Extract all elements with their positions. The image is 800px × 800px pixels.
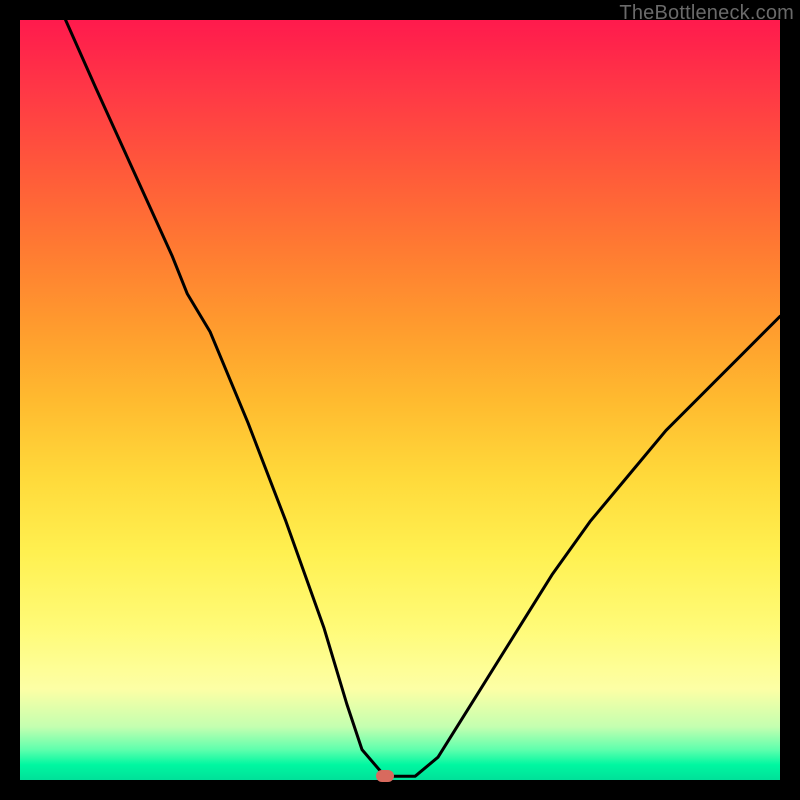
curve-line — [20, 20, 780, 780]
bottleneck-marker — [376, 770, 394, 782]
chart-frame: TheBottleneck.com — [0, 0, 800, 800]
plot-area — [20, 20, 780, 780]
